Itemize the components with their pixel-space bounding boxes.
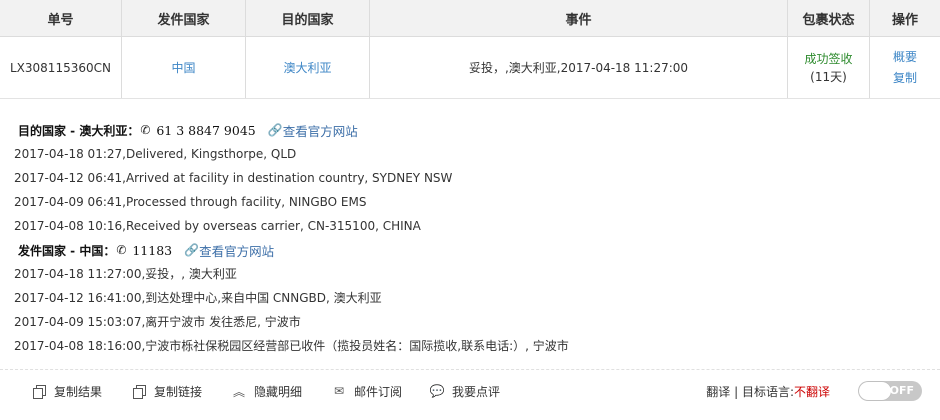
event-line: 2017-04-18 11:27:00,妥投，, 澳大利亚 <box>14 267 237 281</box>
link-icon: 🔗 <box>184 243 200 257</box>
translate-settings: 翻译 | 目标语言: 不翻译 <box>706 370 830 412</box>
copy-result-label: 复制结果 <box>54 384 103 399</box>
link-icon: 🔗 <box>267 123 283 137</box>
destination-site-label: 查看官方网站 <box>282 123 358 139</box>
destination-country-link[interactable]: 澳大利亚 <box>283 59 331 76</box>
footer-toolbar: 复制结果 复制链接 ︽ 隐藏明细 ✉ 邮件订阅 💬 我要点评 翻译 | 目标语言… <box>0 369 940 412</box>
header-origin-country: 发件国家 <box>122 0 246 36</box>
comment-button[interactable]: 💬 我要点评 <box>430 370 500 412</box>
origin-section-header: 发件国家 - 中国： ✆ 11183 🔗 查看官方网站 <box>18 238 924 262</box>
origin-section-title: 发件国家 - 中国： <box>18 243 116 258</box>
table-header: 单号 发件国家 目的国家 事件 包裹状态 操作 <box>0 0 940 37</box>
copy-icon <box>132 384 146 399</box>
toggle-state: OFF <box>889 384 914 397</box>
origin-site-label: 查看官方网站 <box>199 243 275 259</box>
event-line: 2017-04-08 18:16:00,宁波市栎社保税园区经营部已收件（揽投员姓… <box>14 339 569 353</box>
status-days: (11天) <box>810 69 847 84</box>
destination-phone: 61 3 8847 9045 <box>156 122 256 138</box>
email-subscribe-button[interactable]: ✉ 邮件订阅 <box>332 370 402 412</box>
event-line: 2017-04-09 15:03:07,离开宁波市 发往悉尼, 宁波市 <box>14 315 301 329</box>
origin-phone: 11183 <box>132 242 173 258</box>
translate-label: 翻译 | 目标语言: <box>706 384 794 399</box>
summary-link[interactable]: 概要 <box>893 47 917 68</box>
email-subscribe-label: 邮件订阅 <box>354 384 403 399</box>
phone-icon: ✆ <box>140 123 151 137</box>
event-line: 2017-04-18 01:27,Delivered, Kingsthorpe,… <box>14 147 297 161</box>
destination-site-link[interactable]: 🔗 查看官方网站 <box>268 121 358 140</box>
event-line: 2017-04-08 10:16,Received by overseas ca… <box>14 219 421 233</box>
table-row: LX308115360CN 中国 澳大利亚 妥投，,澳大利亚,2017-04-1… <box>0 37 940 99</box>
copy-link-button[interactable]: 复制链接 <box>132 370 202 412</box>
tracking-result-panel: 单号 发件国家 目的国家 事件 包裹状态 操作 LX308115360CN 中国… <box>0 0 940 420</box>
header-destination-country: 目的国家 <box>246 0 370 36</box>
event-line: 2017-04-09 06:41,Processed through facil… <box>14 195 367 209</box>
copy-result-button[interactable]: 复制结果 <box>32 370 102 412</box>
header-tracking-number: 单号 <box>0 0 122 36</box>
status-text: 成功签收 <box>804 51 853 66</box>
header-actions: 操作 <box>891 12 918 28</box>
event-line: 2017-04-12 06:41,Arrived at facility in … <box>14 171 453 185</box>
copy-icon <box>32 384 46 399</box>
row-actions: 概要 复制 <box>870 37 940 98</box>
translate-toggle[interactable]: OFF <box>858 381 922 401</box>
latest-event: 妥投，,澳大利亚,2017-04-18 11:27:00 <box>370 37 788 98</box>
target-language[interactable]: 不翻译 <box>794 383 830 400</box>
header-event: 事件 <box>370 0 788 36</box>
tracking-number: LX308115360CN <box>0 37 122 98</box>
destination-section-title: 目的国家 - 澳大利亚： <box>18 123 140 138</box>
destination-section-header: 目的国家 - 澳大利亚： ✆ 61 3 8847 9045 🔗 查看官方网站 <box>18 118 924 142</box>
package-status: 成功签收 (11天) <box>788 37 870 98</box>
header-package-status: 包裹状态 <box>788 0 870 36</box>
chat-bubble-icon: 💬 <box>429 384 445 398</box>
phone-icon: ✆ <box>116 243 127 257</box>
hide-detail-button[interactable]: ︽ 隐藏明细 <box>232 370 302 412</box>
copy-link[interactable]: 复制 <box>893 68 917 89</box>
chevron-up-double-icon: ︽ <box>232 384 245 399</box>
comment-label: 我要点评 <box>452 384 501 399</box>
copy-link-label: 复制链接 <box>154 384 203 399</box>
tracking-details: 目的国家 - 澳大利亚： ✆ 61 3 8847 9045 🔗 查看官方网站 2… <box>14 118 924 358</box>
toggle-knob <box>859 382 891 400</box>
hide-detail-label: 隐藏明细 <box>254 384 303 399</box>
origin-country-link[interactable]: 中国 <box>171 59 195 76</box>
mail-icon: ✉ <box>333 384 345 398</box>
event-line: 2017-04-12 16:41:00,到达处理中心,来自中国 CNNGBD, … <box>14 291 382 305</box>
origin-site-link[interactable]: 🔗 查看官方网站 <box>184 241 274 260</box>
